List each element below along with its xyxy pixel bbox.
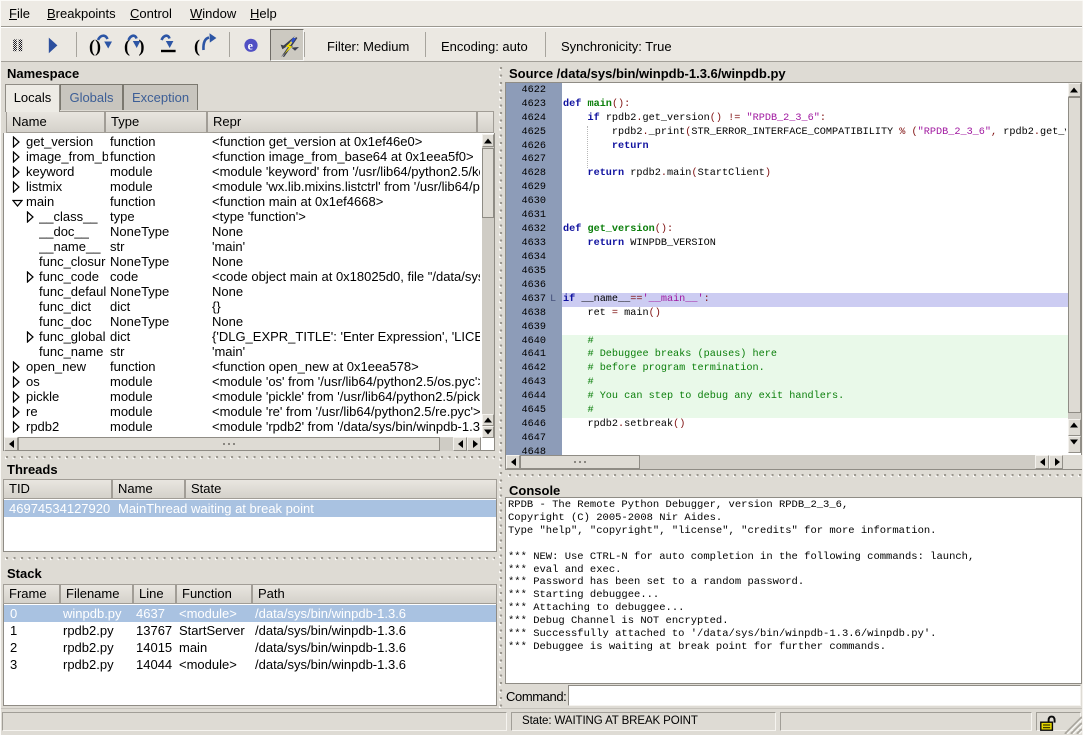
svg-text:): ) bbox=[139, 36, 145, 57]
svg-text:e: e bbox=[248, 39, 254, 53]
svg-text:(: ( bbox=[194, 36, 200, 57]
